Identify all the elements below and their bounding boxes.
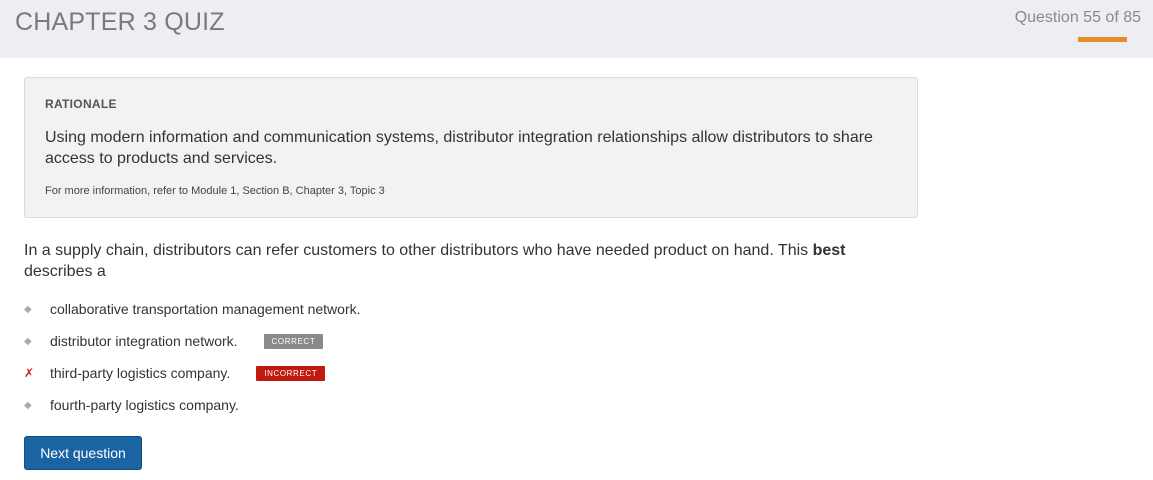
rationale-body: Using modern information and communicati… [45,129,873,167]
answer-option[interactable]: ◆ fourth-party logistics company. [24,394,624,416]
wrong-x-icon: ✗ [24,366,35,380]
question-text: In a supply chain, distributors can refe… [24,240,914,282]
progress-bar-fill [1078,37,1127,42]
answer-option[interactable]: ✗ third-party logistics company. INCORRE… [24,362,624,384]
answer-option-label: distributor integration network. [50,333,238,349]
question-progress-text: Question 55 of 85 [1014,9,1141,26]
rationale-panel: RATIONALE Using modern information and c… [24,77,918,218]
answer-option-label: collaborative transportation management … [50,301,361,317]
answer-option-label: third-party logistics company. [50,365,231,381]
diamond-bullet-icon: ◆ [24,399,32,411]
question-text-before: In a supply chain, distributors can refe… [24,242,813,259]
quiz-title: CHAPTER 3 QUIZ [15,8,225,36]
rationale-reference: For more information, refer to Module 1,… [45,185,385,197]
correct-badge: CORRECT [263,333,324,349]
question-text-after: describes a [24,263,106,280]
answer-option[interactable]: ◆ distributor integration network. CORRE… [24,330,624,352]
quiz-header: CHAPTER 3 QUIZ Question 55 of 85 [0,0,1153,58]
answer-option[interactable]: ◆ collaborative transportation managemen… [24,298,624,320]
rationale-heading: RATIONALE [45,97,117,111]
incorrect-badge: INCORRECT [256,365,326,381]
answer-option-label: fourth-party logistics company. [50,397,239,413]
diamond-bullet-icon: ◆ [24,303,32,315]
next-question-button[interactable]: Next question [24,436,142,470]
diamond-bullet-icon: ◆ [24,335,32,347]
question-emphasis: best [812,242,846,259]
progress-bar [1078,37,1153,42]
